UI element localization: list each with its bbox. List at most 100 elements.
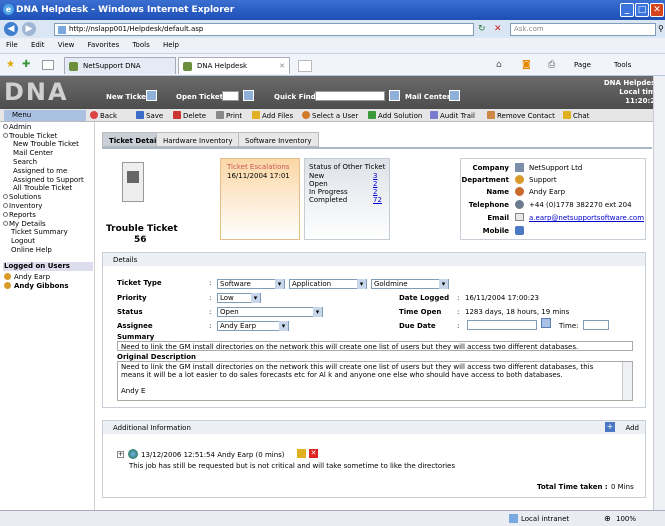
sidebar-item-assigned-to-me[interactable]: Assigned to me (13, 167, 67, 176)
app-name: DNA Helpdesk (603, 79, 660, 87)
sidebar-item-admin[interactable]: Admin (3, 123, 31, 132)
quick-find-go-icon[interactable] (389, 90, 400, 101)
print-icon (216, 111, 224, 119)
save-button[interactable]: Save (136, 111, 163, 120)
open-ticket-input[interactable] (222, 91, 239, 101)
menu-file[interactable]: File (0, 38, 23, 49)
zoom-level[interactable]: 100% (616, 515, 636, 523)
sidebar-item-new-trouble-ticket[interactable]: New Trouble Ticket (13, 140, 79, 149)
menu-edit[interactable]: Edit (25, 38, 50, 49)
assignee-select[interactable]: Andy Earp (217, 321, 289, 331)
open-ticket-go-icon[interactable] (243, 90, 254, 101)
add-solution-button[interactable]: Add Solution (368, 111, 422, 120)
remove-contact-button[interactable]: Remove Contact (487, 111, 555, 120)
favorites-star-icon[interactable]: ★ (6, 59, 15, 70)
status-select[interactable]: Open (217, 307, 323, 317)
tab-netsupport-dna[interactable]: NetSupport DNA (64, 57, 176, 74)
close-button[interactable]: ✕ (650, 3, 664, 17)
quick-find-input[interactable] (315, 91, 385, 101)
back-button[interactable]: Back (90, 111, 117, 120)
sidebar-item-solutions[interactable]: Solutions (3, 193, 41, 202)
ticket-type-select-2[interactable]: Application (289, 279, 367, 289)
refresh-icon[interactable]: ↻ (478, 24, 488, 34)
user-name: Andy Gibbons (14, 282, 69, 290)
minimize-button[interactable]: _ (620, 3, 634, 17)
sidebar-item-inventory[interactable]: Inventory (3, 202, 42, 211)
globe-icon (128, 449, 138, 459)
add-favorites-icon[interactable]: ✚ (22, 59, 30, 70)
select-user-button[interactable]: Select a User (302, 111, 358, 120)
select-user-label: Select a User (312, 112, 359, 120)
chat-button[interactable]: Chat (563, 111, 589, 120)
tab-dna-helpdesk[interactable]: DNA Helpdesk ✕ (178, 57, 290, 74)
ticket-type-select-3[interactable]: Goldmine (371, 279, 449, 289)
other-completed-label: Completed (309, 196, 348, 204)
sidebar-item-logout[interactable]: Logout (11, 237, 35, 246)
audit-trail-button[interactable]: Audit Trail (430, 111, 475, 120)
tools-menu[interactable]: Tools (614, 61, 631, 69)
add-link[interactable]: Add (625, 424, 639, 432)
name-label: Name (486, 188, 509, 196)
print-button[interactable]: Print (216, 111, 242, 120)
priority-select[interactable]: Low (217, 293, 261, 303)
email-value[interactable]: a.earp@netsupportsoftware.com (529, 214, 644, 222)
new-ticket-icon[interactable] (146, 90, 157, 101)
sidebar-item-ticket-summary[interactable]: Ticket Summary (11, 228, 68, 237)
tab-close-icon[interactable]: ✕ (279, 62, 285, 70)
tab-hardware-inventory[interactable]: Hardware Inventory (156, 132, 240, 147)
menu-help[interactable]: Help (157, 38, 184, 49)
textarea-scrollbar[interactable] (622, 362, 632, 400)
sidebar-item-all-trouble-ticket[interactable]: All Trouble Ticket (13, 184, 72, 193)
search-icon[interactable]: ⚲ (658, 24, 664, 33)
print-icon[interactable]: ⎙ (548, 60, 555, 70)
delete-button[interactable]: Delete (173, 111, 206, 120)
new-ticket-link[interactable]: New Ticket (106, 93, 149, 101)
dna-logo: DNA (4, 78, 69, 106)
other-new-count[interactable]: 3 (373, 172, 377, 180)
other-tickets-title: Status of Other Ticket (309, 163, 386, 171)
home-icon[interactable]: ⌂ (496, 60, 502, 70)
forward-arrow-icon[interactable]: ▶ (22, 22, 36, 36)
original-description-textarea[interactable]: Need to link the GM install directories … (117, 361, 633, 401)
other-open-count[interactable]: 2 (373, 180, 377, 188)
escalations-title: Ticket Escalations (227, 163, 290, 171)
add-files-button[interactable]: Add Files (252, 111, 293, 120)
tab-software-inventory[interactable]: Software Inventory (238, 132, 319, 147)
mail-center-link[interactable]: Mail Center (405, 93, 450, 101)
maximize-button[interactable]: □ (635, 3, 649, 17)
other-in-progress-count[interactable]: 2 (373, 188, 377, 196)
feeds-icon[interactable]: ◙ (522, 60, 531, 70)
sidebar-item-mail-center[interactable]: Mail Center (13, 149, 53, 158)
page-scrollbar[interactable] (653, 76, 665, 510)
edit-icon[interactable] (297, 449, 306, 458)
sidebar-item-reports[interactable]: Reports (3, 211, 36, 220)
other-tickets-box: Status of Other Ticket New 3 Open 2 In P… (304, 158, 390, 240)
email-label: Email (487, 214, 509, 222)
menu-view[interactable]: View (52, 38, 80, 49)
other-completed-count[interactable]: 72 (373, 196, 382, 204)
ticket-type-select-1[interactable]: Software (217, 279, 285, 289)
add-icon[interactable]: + (605, 422, 615, 432)
mail-center-icon[interactable] (449, 90, 460, 101)
summary-input[interactable]: Need to link the GM install directories … (117, 341, 633, 351)
back-arrow-icon[interactable]: ◀ (4, 22, 18, 36)
expand-icon[interactable]: + (117, 451, 124, 458)
quick-tabs-icon[interactable] (42, 60, 54, 70)
telephone-value: +44 (0)1778 382270 ext 204 (529, 201, 632, 209)
sidebar-item-online-help[interactable]: Online Help (11, 246, 52, 255)
menu-favorites[interactable]: Favorites (82, 38, 125, 49)
due-time-input[interactable] (583, 320, 609, 330)
back-label: Back (100, 112, 117, 120)
stop-icon[interactable]: ✕ (494, 24, 504, 34)
search-input[interactable]: Ask.com (510, 23, 656, 36)
sidebar-item-search[interactable]: Search (13, 158, 37, 167)
url-input[interactable]: http://nslapp001/Helpdesk/default.asp (54, 23, 474, 36)
new-tab-button[interactable] (298, 60, 312, 72)
page-menu[interactable]: Page (574, 61, 591, 69)
calendar-icon[interactable] (541, 318, 551, 328)
id-badge-icon (122, 162, 144, 202)
delete-entry-icon[interactable]: ✕ (309, 449, 318, 458)
due-date-input[interactable] (467, 320, 537, 330)
details-header: Details (103, 253, 645, 266)
menu-tools[interactable]: Tools (126, 38, 154, 49)
